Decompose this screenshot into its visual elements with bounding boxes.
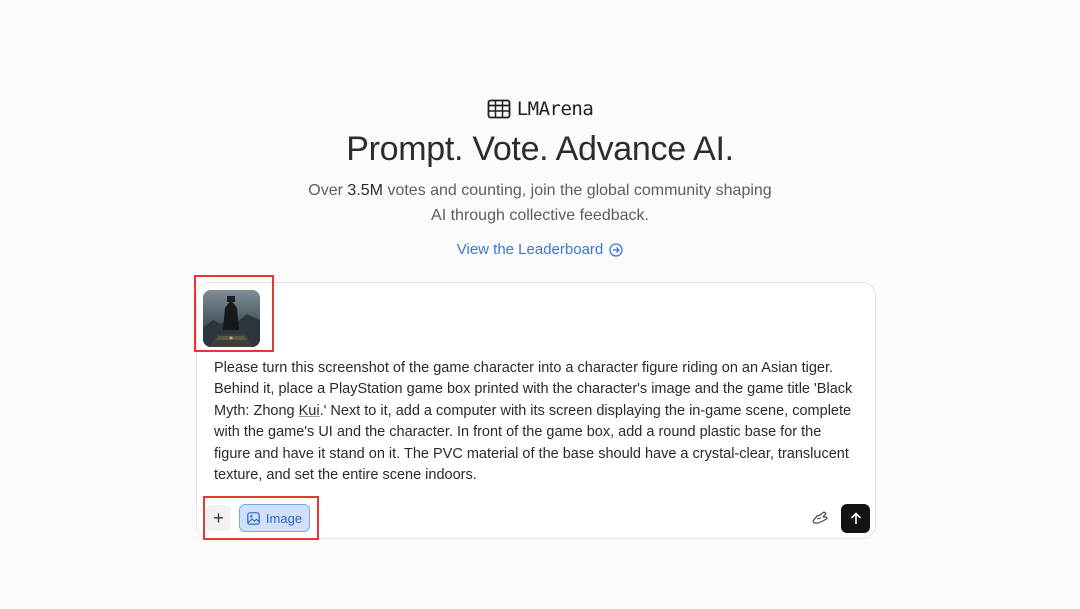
prompt-text[interactable]: Please turn this screenshot of the game …	[214, 358, 854, 486]
arrow-right-circle-icon	[609, 242, 623, 257]
view-leaderboard-link[interactable]: View the Leaderboard	[0, 241, 1080, 258]
arrow-up-icon	[850, 512, 861, 524]
grid-table-icon	[487, 99, 511, 119]
subtitle-suffix: votes and counting, join the global comm…	[383, 182, 772, 224]
leaderboard-link-label: View the Leaderboard	[456, 241, 604, 258]
hand-icon	[812, 511, 828, 524]
attachment-highlight-box	[194, 275, 274, 352]
subtitle-prefix: Over	[308, 182, 348, 199]
vote-count: 3.5M	[347, 182, 383, 199]
toolbar-highlight-box	[203, 496, 319, 540]
page: LMArena Prompt. Vote. Advance AI. Over 3…	[0, 0, 1080, 609]
brand-logo[interactable]: LMArena	[0, 98, 1080, 120]
brand-name: LMArena	[516, 98, 594, 120]
send-button[interactable]	[841, 504, 870, 533]
tool-button[interactable]	[808, 507, 832, 529]
page-title: Prompt. Vote. Advance AI.	[346, 130, 734, 168]
prompt-text-misspelled-word: Kui	[298, 402, 320, 419]
subtitle: Over 3.5M votes and counting, join the g…	[300, 178, 780, 228]
